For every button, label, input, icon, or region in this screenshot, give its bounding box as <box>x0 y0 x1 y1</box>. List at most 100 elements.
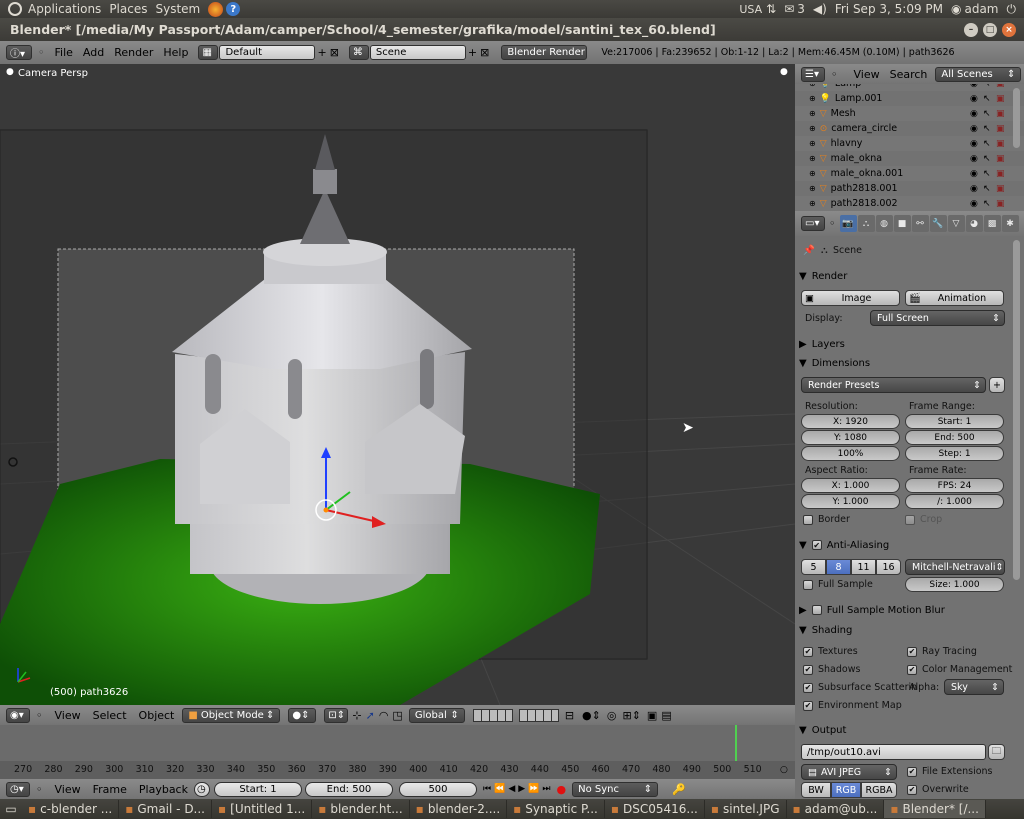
keyingset-icon[interactable]: 🔑 <box>672 783 686 796</box>
screen-layout-icon[interactable]: ▦ <box>198 45 219 60</box>
selectability-arrow-icon[interactable]: ↖ <box>983 184 991 194</box>
constraints-tab-icon[interactable]: ⚯ <box>911 215 929 232</box>
manipulator-toggle-icon[interactable]: ⊹ <box>352 709 361 722</box>
selectability-arrow-icon[interactable]: ↖ <box>983 154 991 164</box>
keyboard-layout-indicator[interactable]: USA <box>739 3 762 16</box>
current-frame-field[interactable]: 500 <box>398 781 477 797</box>
outliner-expand-icon[interactable]: ⊕ <box>809 94 816 103</box>
selectability-arrow-icon[interactable]: ↖ <box>983 139 991 149</box>
scene-tab-icon[interactable]: ⛬ <box>857 215 875 232</box>
outliner-item[interactable]: ⊕ 💡 Lamp.001 ◉ ↖ ▣ <box>795 91 1024 106</box>
dimensions-panel-header[interactable]: ▼ Dimensions <box>799 355 1007 371</box>
viewport-object-menu[interactable]: Object <box>139 709 175 722</box>
taskbar-window-button[interactable]: ▪ [Untitled 1... <box>212 800 313 818</box>
visibility-eye-icon[interactable]: ◉ <box>970 199 978 209</box>
fps-field[interactable]: FPS: 24 <box>905 478 1004 493</box>
end-frame-field[interactable]: End: 500 <box>304 781 393 797</box>
places-menu[interactable]: Places <box>109 2 147 16</box>
timeline-area[interactable]: 270 280 290 300 310 320 330 340 350 360 370 380 390 4… <box>0 725 795 779</box>
network-icon[interactable]: ⇅ <box>766 2 776 16</box>
outliner-expand-icon[interactable]: ⊕ <box>809 84 816 88</box>
render-presets-select[interactable]: Render Presets ⇕ <box>801 377 986 393</box>
taskbar-window-button[interactable]: ▪ c-blender ... <box>22 800 120 818</box>
layout-remove-icon[interactable]: ⊠ <box>330 46 339 59</box>
volume-icon[interactable]: ◀) <box>813 2 827 16</box>
aa-samples-5-button[interactable]: 5 <box>801 559 826 575</box>
3d-viewport[interactable]: Camera Persp ● ● (500) path3626 ➤ <box>0 64 795 705</box>
renderability-camera-icon[interactable]: ▣ <box>996 124 1005 134</box>
outliner-item[interactable]: ⊕ ▽ path2818.001 ◉ ↖ ▣ <box>795 181 1024 196</box>
clock[interactable]: Fri Sep 3, 5:09 PM <box>835 2 943 16</box>
properties-editor-type-icon[interactable]: ▭▾ <box>801 216 825 231</box>
render-animation-button[interactable]: 🎬 Animation <box>905 290 1004 306</box>
mail-icon[interactable]: ✉ <box>784 2 794 16</box>
render-tab-icon[interactable]: 📷 <box>839 215 857 232</box>
taskbar-window-button[interactable]: ▪ Synaptic P... <box>507 800 605 818</box>
taskbar-window-button[interactable]: ▪ Blender* [/... <box>884 800 986 818</box>
resolution-y-field[interactable]: Y: 1080 <box>801 430 900 445</box>
material-tab-icon[interactable]: ◕ <box>965 215 983 232</box>
render-image-button[interactable]: ▣ Image <box>801 290 900 306</box>
fps-base-field[interactable]: /: 1.000 <box>905 494 1004 509</box>
play-reverse-icon[interactable]: ◀ <box>508 784 515 794</box>
editor-type-icon[interactable]: ⓘ▾ <box>6 45 32 60</box>
outliner[interactable]: ⊕💡Lamp◉↖▣⊕💡Lamp.001◉↖▣⊕▽Mesh◉↖▣⊕⊙camera_… <box>795 84 1024 211</box>
selectability-arrow-icon[interactable]: ↖ <box>983 94 991 104</box>
outliner-item-name[interactable]: Mesh <box>831 108 856 119</box>
frame-end-field[interactable]: End: 500 <box>905 430 1004 445</box>
help-menu[interactable]: Help <box>163 46 188 59</box>
jump-end-icon[interactable]: ⏭ <box>542 784 550 794</box>
subsurface-scattering-checkbox[interactable]: ✔ Subsurface Scatterin <box>803 682 917 693</box>
ubuntu-logo-icon[interactable] <box>8 2 22 16</box>
show-desktop-icon[interactable]: ▭ <box>0 802 22 816</box>
aa-filter-size-field[interactable]: Size: 1.000 <box>905 577 1004 592</box>
selectability-arrow-icon[interactable]: ↖ <box>983 124 991 134</box>
mode-select[interactable]: ■ Object Mode ⇕ <box>182 707 281 723</box>
motion-blur-panel-header[interactable]: ▶ Full Sample Motion Blur <box>799 602 1007 618</box>
outliner-view-menu[interactable]: View <box>854 68 880 81</box>
close-icon[interactable]: × <box>1002 22 1016 37</box>
resolution-x-field[interactable]: X: 1920 <box>801 414 900 429</box>
preview-range-icon[interactable]: ◷ <box>193 781 210 797</box>
renderability-camera-icon[interactable]: ▣ <box>996 139 1005 149</box>
motion-blur-checkbox[interactable] <box>811 605 822 615</box>
shading-panel-header[interactable]: ▼ Shading <box>799 622 1007 638</box>
outliner-expand-icon[interactable]: ⊕ <box>809 154 816 163</box>
outliner-item[interactable]: ⊕ 💡 Lamp ◉ ↖ ▣ <box>795 84 1024 91</box>
textures-checkbox[interactable]: ✔ Textures <box>803 646 858 657</box>
taskbar-window-button[interactable]: ▪ DSC05416... <box>605 800 705 818</box>
renderability-camera-icon[interactable]: ▣ <box>996 154 1005 164</box>
next-keyframe-icon[interactable]: ⏩ <box>528 784 539 794</box>
viewport-shading-select[interactable]: ●⇕ <box>288 707 317 723</box>
selectability-arrow-icon[interactable]: ↖ <box>983 109 991 119</box>
renderability-camera-icon[interactable]: ▣ <box>996 94 1005 104</box>
translate-icon[interactable]: ➚ <box>366 709 375 722</box>
scene-add-icon[interactable]: + <box>468 46 477 59</box>
pivot-point-select[interactable]: ⊡⇕ <box>324 707 349 723</box>
render-engine-select[interactable]: Blender Render⇕ <box>501 45 588 60</box>
renderability-camera-icon[interactable]: ▣ <box>996 169 1005 179</box>
add-menu[interactable]: Add <box>83 46 104 59</box>
visibility-eye-icon[interactable]: ◉ <box>970 169 978 179</box>
viewport-view-menu[interactable]: View <box>55 709 81 722</box>
scene-remove-icon[interactable]: ⊠ <box>480 46 489 59</box>
object-tab-icon[interactable]: ■ <box>893 215 911 232</box>
aa-samples-11-button[interactable]: 11 <box>851 559 876 575</box>
lock-layers-icon[interactable]: ⊟ <box>565 709 574 722</box>
selectability-arrow-icon[interactable]: ↖ <box>983 199 991 209</box>
output-panel-header[interactable]: ▼ Output <box>799 722 1007 738</box>
overwrite-checkbox[interactable]: ✔ Overwrite <box>907 784 969 795</box>
shadows-checkbox[interactable]: ✔ Shadows <box>803 664 860 675</box>
renderability-camera-icon[interactable]: ▣ <box>996 199 1005 209</box>
jump-start-icon[interactable]: ⏮ <box>483 784 491 794</box>
system-menu[interactable]: System <box>155 2 200 16</box>
renderability-camera-icon[interactable]: ▣ <box>996 184 1005 194</box>
file-extensions-checkbox[interactable]: ✔ File Extensions <box>907 766 993 777</box>
layers-grid-1[interactable] <box>472 708 513 722</box>
viewport-select-menu[interactable]: Select <box>93 709 127 722</box>
outliner-item-name[interactable]: Lamp <box>835 84 861 89</box>
outliner-item-name[interactable]: hlavny <box>831 138 863 149</box>
color-rgb-button[interactable]: RGB <box>831 782 861 798</box>
full-sample-checkbox[interactable]: Full Sample <box>803 579 873 590</box>
visibility-eye-icon[interactable]: ◉ <box>970 184 978 194</box>
